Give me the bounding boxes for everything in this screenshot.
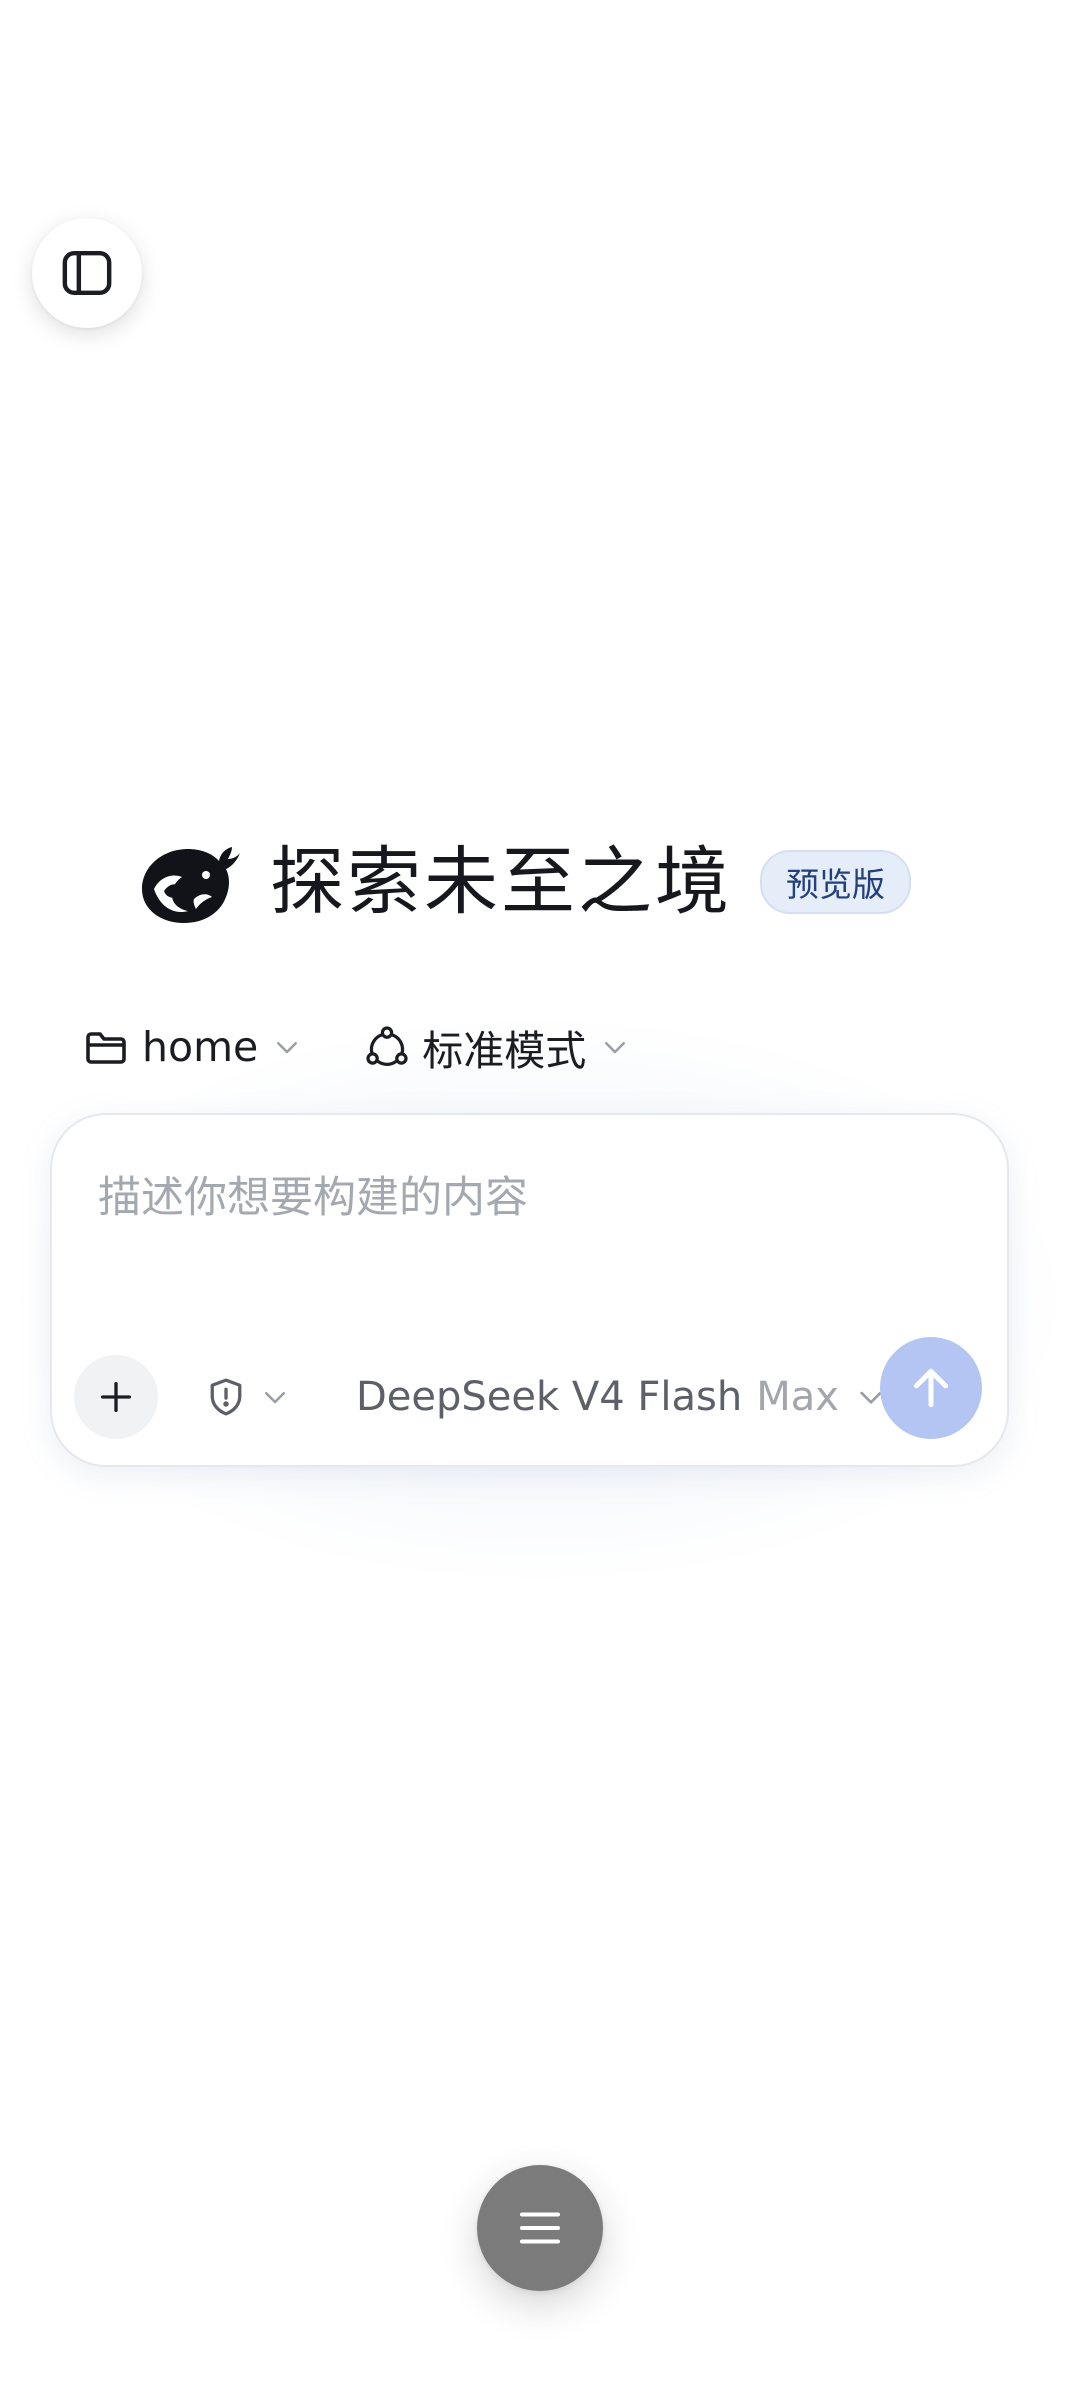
- chevron-down-icon: [605, 1042, 626, 1054]
- model-selector[interactable]: DeepSeek V4 Flash Max: [356, 1367, 887, 1427]
- model-effort: Max: [756, 1374, 839, 1420]
- chevron-down-icon: [277, 1042, 298, 1054]
- menu-icon: [519, 2212, 561, 2244]
- permission-selector[interactable]: [204, 1367, 290, 1427]
- shield-alert-icon: [210, 1378, 242, 1416]
- sidebar-toggle-button[interactable]: [32, 218, 142, 328]
- folder-label: home: [142, 1023, 259, 1071]
- prompt-composer: DeepSeek V4 Flash Max: [50, 1113, 1009, 1467]
- send-button[interactable]: [880, 1337, 982, 1439]
- sidebar-icon: [62, 250, 112, 296]
- folder-selector[interactable]: home: [82, 1016, 302, 1078]
- context-selectors: home 标准模式: [82, 1016, 630, 1078]
- arrow-up-icon: [913, 1368, 949, 1408]
- hero-header: 探索未至之境 预览版: [136, 836, 911, 928]
- folder-icon: [86, 1032, 126, 1064]
- mode-selector[interactable]: 标准模式: [364, 1016, 630, 1078]
- mode-label: 标准模式: [422, 1027, 587, 1075]
- app-screen: 探索未至之境 预览版 home 标准模式 描述你想要构建的内容 DeepSeek…: [0, 0, 1080, 2400]
- page-title: 探索未至之境: [270, 839, 732, 925]
- agent-mode-icon: [366, 1026, 408, 1066]
- add-attachment-button[interactable]: [74, 1355, 158, 1439]
- preview-badge: 预览版: [760, 850, 911, 914]
- plus-icon: [101, 1382, 131, 1412]
- prompt-input[interactable]: [98, 1163, 958, 1233]
- chevron-down-icon: [265, 1392, 285, 1404]
- model-name: DeepSeek V4 Flash: [356, 1374, 743, 1420]
- whale-logo-icon: [142, 847, 240, 923]
- menu-button[interactable]: [477, 2165, 603, 2291]
